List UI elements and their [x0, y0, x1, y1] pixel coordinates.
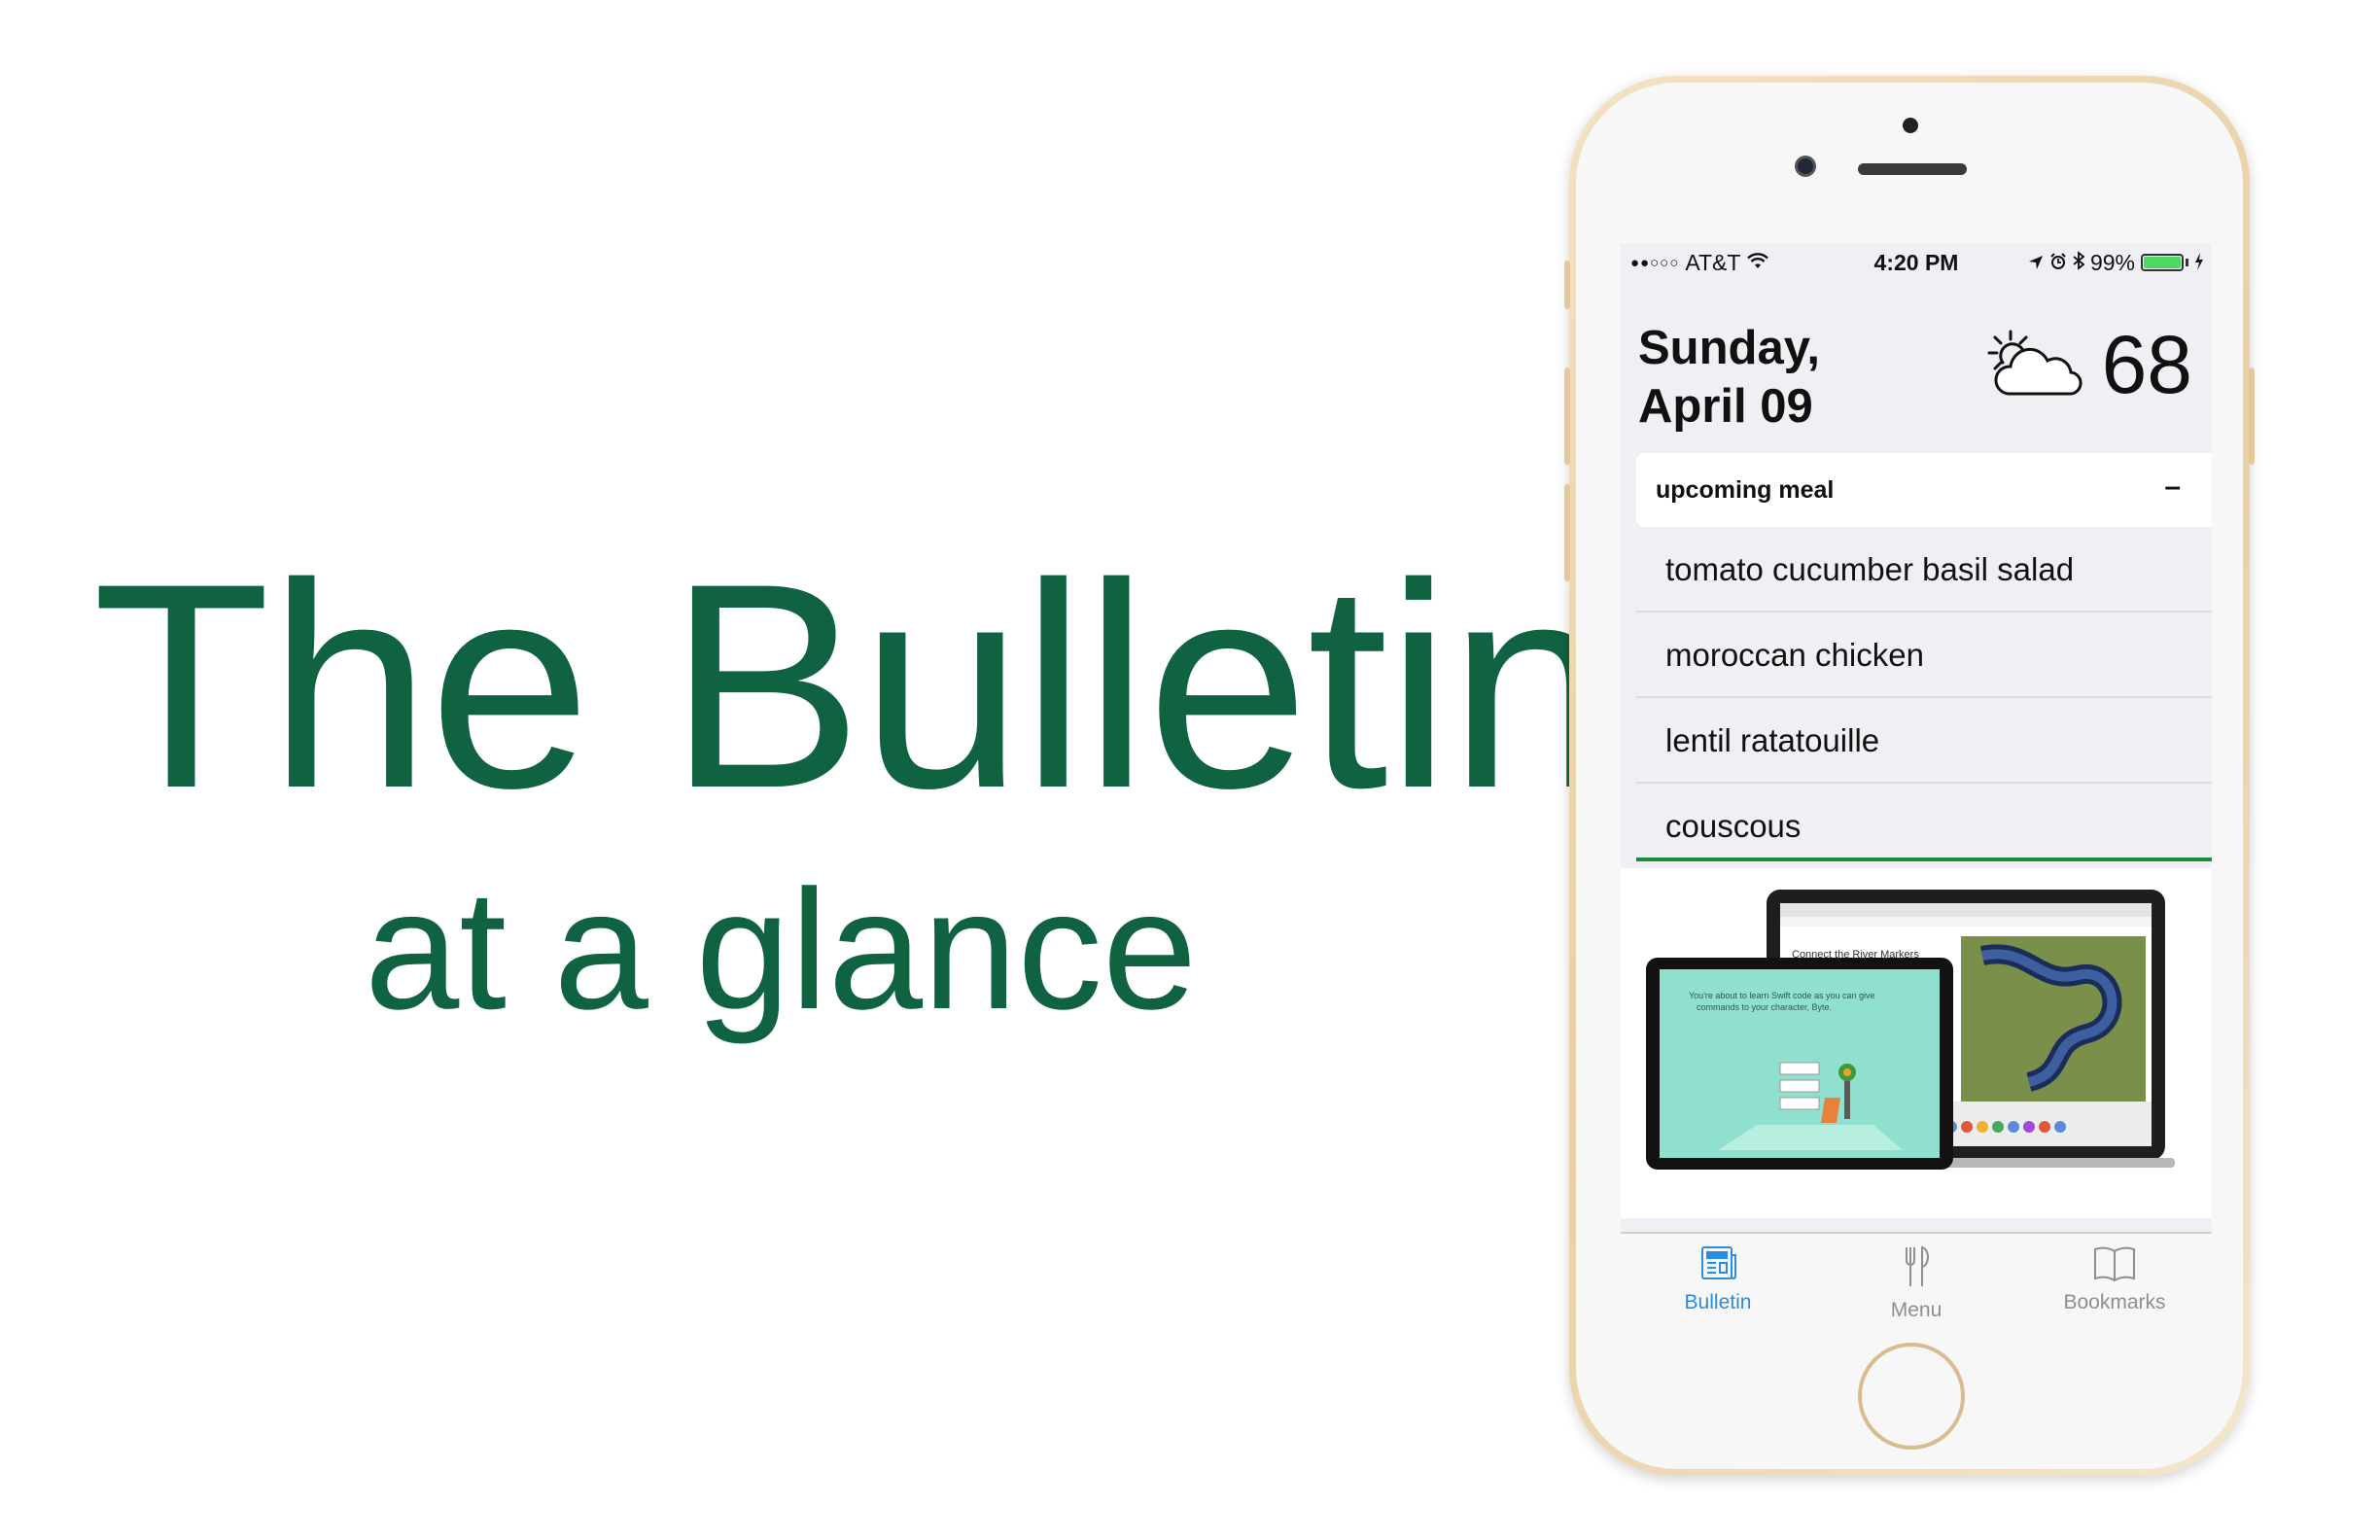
volume-down-button [1564, 484, 1570, 581]
proximity-sensor [1903, 118, 1918, 133]
front-camera [1795, 156, 1816, 177]
tab-bar: Bulletin Menu Bookmarks [1621, 1232, 2212, 1321]
charging-icon [2194, 250, 2204, 276]
battery-tip [2186, 259, 2188, 266]
newspaper-icon [1697, 1246, 1739, 1286]
ipad-screen-text: You're about to learn Swift code as you … [1689, 991, 1875, 1000]
hero-subtitle: at a glance [365, 856, 1198, 1045]
partly-cloudy-icon [1978, 324, 2084, 406]
date-heading: Sunday, April 09 [1638, 319, 1820, 436]
location-arrow-icon [2028, 250, 2044, 276]
list-item[interactable]: lentil ratatouille [1636, 698, 2212, 784]
fork-knife-icon [1895, 1245, 1938, 1294]
list-item[interactable]: couscous [1636, 784, 2212, 861]
ipad-screen-text-line2: commands to your character, Byte. [1697, 1002, 1832, 1012]
tab-bookmarks-label: Bookmarks [2063, 1291, 2166, 1313]
mute-switch [1564, 261, 1570, 309]
earpiece-speaker [1858, 163, 1967, 175]
date-month-day: April 09 [1638, 380, 1813, 433]
tab-bookmarks[interactable]: Bookmarks [2017, 1243, 2212, 1314]
battery-fill [2144, 257, 2181, 268]
tab-bulletin[interactable]: Bulletin [1621, 1243, 1815, 1314]
hero-title: The Bulletin [92, 522, 1611, 849]
tab-menu[interactable]: Menu [1819, 1243, 2013, 1321]
upcoming-meal-label: upcoming meal [1656, 476, 1835, 504]
meal-list: tomato cucumber basil salad moroccan chi… [1636, 527, 2212, 861]
battery-percent: 99% [2089, 249, 2135, 275]
tab-menu-label: Menu [1890, 1299, 1942, 1321]
home-button[interactable] [1858, 1343, 1965, 1450]
app-screen: ●●○○○ AT&T 4:20 PM 99% Sunday, April 09 … [1621, 243, 2212, 1321]
book-icon [2091, 1246, 2138, 1286]
collapse-toggle[interactable]: – [2164, 471, 2181, 504]
list-item[interactable]: moroccan chicken [1636, 612, 2212, 698]
tab-bulletin-label: Bulletin [1684, 1291, 1752, 1313]
temperature: 68 [2101, 319, 2192, 410]
promo-banner[interactable]: Connect the River Markers You're about t… [1621, 868, 2212, 1218]
iphone-device: ●●○○○ AT&T 4:20 PM 99% Sunday, April 09 … [1564, 76, 2255, 1476]
alarm-icon [2049, 250, 2067, 276]
status-bar: ●●○○○ AT&T 4:20 PM 99% [1621, 243, 2212, 282]
date-day: Sunday, [1638, 322, 1820, 374]
weather-widget[interactable]: 68 [1978, 321, 2192, 408]
battery-icon [2141, 254, 2184, 271]
devices-illustration: Connect the River Markers You're about t… [1646, 890, 2175, 1170]
upcoming-meal-header[interactable]: upcoming meal – [1636, 453, 2212, 527]
list-item[interactable]: tomato cucumber basil salad [1636, 527, 2212, 612]
power-button [2249, 368, 2255, 465]
bluetooth-icon [2073, 250, 2085, 276]
volume-up-button [1564, 368, 1570, 465]
phone-face: ●●○○○ AT&T 4:20 PM 99% Sunday, April 09 … [1576, 83, 2243, 1469]
